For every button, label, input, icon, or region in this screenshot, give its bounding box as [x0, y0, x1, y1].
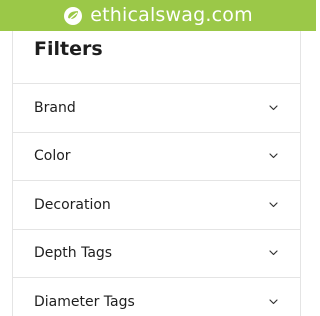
filter-label: Diameter Tags — [34, 293, 135, 310]
filter-label: Decoration — [34, 196, 111, 213]
filter-list: Brand Color Decoration Depth Tags Diamet… — [13, 83, 300, 316]
chevron-down-icon — [269, 250, 278, 256]
filter-diameter-tags[interactable]: Diameter Tags — [13, 277, 300, 316]
filter-label: Color — [34, 148, 71, 165]
filter-label: Depth Tags — [34, 245, 113, 262]
filter-depth-tags[interactable]: Depth Tags — [13, 228, 300, 278]
filters-title: Filters — [34, 38, 103, 60]
filter-decoration[interactable]: Decoration — [13, 180, 300, 229]
leaf-circle-icon — [63, 6, 83, 26]
chevron-down-icon — [269, 202, 278, 207]
chevron-down-icon — [269, 153, 278, 159]
filter-color[interactable]: Color — [13, 131, 300, 181]
brand-name: ethicalswag.com — [90, 4, 253, 26]
filters-panel: Filters Brand Color Decoration Depth Tag… — [12, 31, 301, 316]
chevron-down-icon — [269, 299, 278, 304]
filter-label: Brand — [34, 99, 76, 116]
brand-banner[interactable]: ethicalswag.com — [0, 0, 316, 31]
filter-brand[interactable]: Brand — [13, 83, 300, 132]
brand-lockup[interactable]: ethicalswag.com — [63, 6, 253, 26]
chevron-down-icon — [269, 105, 278, 110]
